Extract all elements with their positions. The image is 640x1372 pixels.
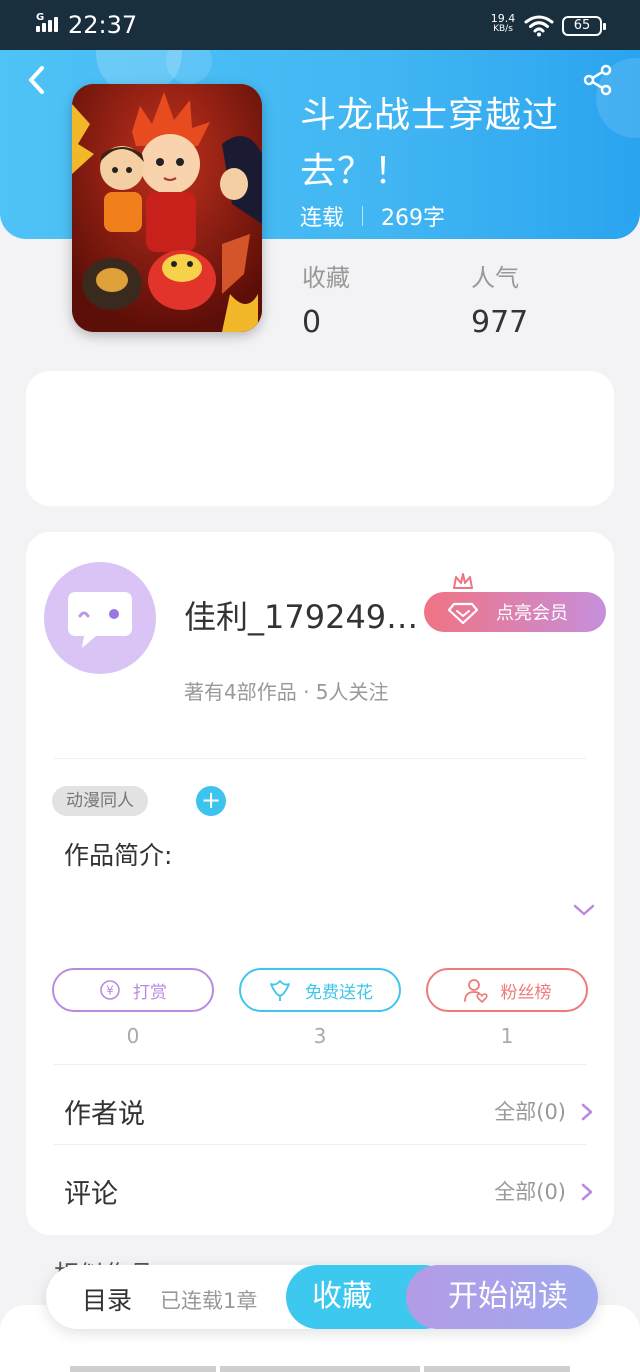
start-reading-button[interactable]: 开始阅读 bbox=[406, 1265, 598, 1329]
chat-bubble-face-icon bbox=[68, 592, 132, 648]
flower-icon bbox=[270, 980, 290, 1001]
add-tag-button[interactable]: + bbox=[196, 786, 226, 816]
yen-coin-icon: ¥ bbox=[100, 980, 120, 1000]
chevron-right-icon bbox=[581, 1103, 593, 1121]
book-status-line: 连载 269字 bbox=[300, 200, 445, 232]
clock: 22:37 bbox=[68, 11, 138, 39]
author-says-label: 作者说 bbox=[64, 1099, 145, 1130]
similar-work-thumb[interactable] bbox=[424, 1366, 570, 1372]
book-cover[interactable] bbox=[72, 84, 262, 332]
divider bbox=[54, 758, 586, 759]
network-speed: 19.4 KB/s bbox=[490, 12, 516, 34]
comments-label: 评论 bbox=[64, 1179, 118, 1210]
serial-status: 连载 bbox=[300, 206, 345, 231]
crown-icon bbox=[453, 573, 473, 589]
popularity-label: 人气 bbox=[471, 264, 519, 292]
divider bbox=[54, 1144, 586, 1145]
popularity-value: 977 bbox=[471, 305, 529, 340]
favorites-value: 0 bbox=[302, 305, 322, 340]
fan-heart-icon bbox=[463, 979, 488, 1003]
wifi-icon bbox=[524, 15, 554, 37]
chevron-right-icon bbox=[581, 1183, 593, 1201]
separator bbox=[362, 206, 364, 226]
fan-ranking-label: 粉丝榜 bbox=[500, 982, 552, 1003]
placeholder-card bbox=[26, 371, 614, 506]
network-type: G bbox=[36, 12, 45, 23]
vip-label: 点亮会员 bbox=[496, 603, 568, 624]
flower-count: 3 bbox=[313, 1024, 327, 1048]
tip-label: 打赏 bbox=[133, 982, 167, 1003]
status-bar: G 22:37 19.4 KB/s 65 bbox=[0, 0, 640, 50]
reading-action-bar: 目录 已连载1章 收藏 开始阅读 bbox=[46, 1265, 598, 1329]
cover-illustration bbox=[72, 84, 262, 332]
book-info-card: 佳利_179249… 点亮会员 著有4部作品 · 5人关注 动漫同人 + 作品简… bbox=[26, 532, 614, 1235]
cellular-signal-icon: G bbox=[34, 12, 62, 34]
author-stats: 著有4部作品 · 5人关注 bbox=[184, 680, 389, 704]
chevron-down-icon[interactable] bbox=[572, 902, 596, 918]
fan-ranking-button[interactable]: 粉丝榜 bbox=[426, 968, 588, 1012]
favorites-label: 收藏 bbox=[302, 264, 350, 292]
similar-work-thumb[interactable] bbox=[70, 1366, 216, 1372]
comments-row[interactable]: 评论 全部(0) bbox=[64, 1172, 594, 1212]
favorites-stat: 收藏 0 bbox=[302, 258, 350, 340]
author-avatar[interactable] bbox=[44, 562, 156, 674]
diamond-icon bbox=[448, 602, 478, 624]
send-flower-label: 免费送花 bbox=[305, 982, 373, 1003]
book-title: 斗龙战士穿越过去？！ bbox=[300, 95, 560, 192]
tip-button[interactable]: ¥ 打赏 bbox=[52, 968, 214, 1012]
genre-tag[interactable]: 动漫同人 bbox=[52, 786, 148, 816]
fan-count: 1 bbox=[500, 1024, 514, 1048]
chapter-count: 已连载1章 bbox=[160, 1289, 258, 1313]
back-arrow-icon[interactable] bbox=[22, 62, 52, 98]
send-flower-button[interactable]: 免费送花 bbox=[239, 968, 401, 1012]
tip-count: 0 bbox=[126, 1024, 140, 1048]
author-name[interactable]: 佳利_179249… bbox=[184, 592, 418, 638]
author-says-row[interactable]: 作者说 全部(0) bbox=[64, 1092, 594, 1132]
popularity-stat: 人气 977 bbox=[471, 258, 528, 340]
divider bbox=[54, 1064, 586, 1065]
similar-work-thumb[interactable] bbox=[220, 1366, 420, 1372]
comments-link[interactable]: 全部(0) bbox=[494, 1176, 566, 1206]
battery-icon: 65 bbox=[562, 16, 606, 36]
toc-button[interactable]: 目录 bbox=[82, 1281, 132, 1317]
synopsis-label: 作品简介: bbox=[64, 841, 173, 870]
author-says-link[interactable]: 全部(0) bbox=[494, 1096, 566, 1126]
word-count: 269字 bbox=[381, 206, 446, 231]
svg-text:¥: ¥ bbox=[106, 984, 114, 998]
